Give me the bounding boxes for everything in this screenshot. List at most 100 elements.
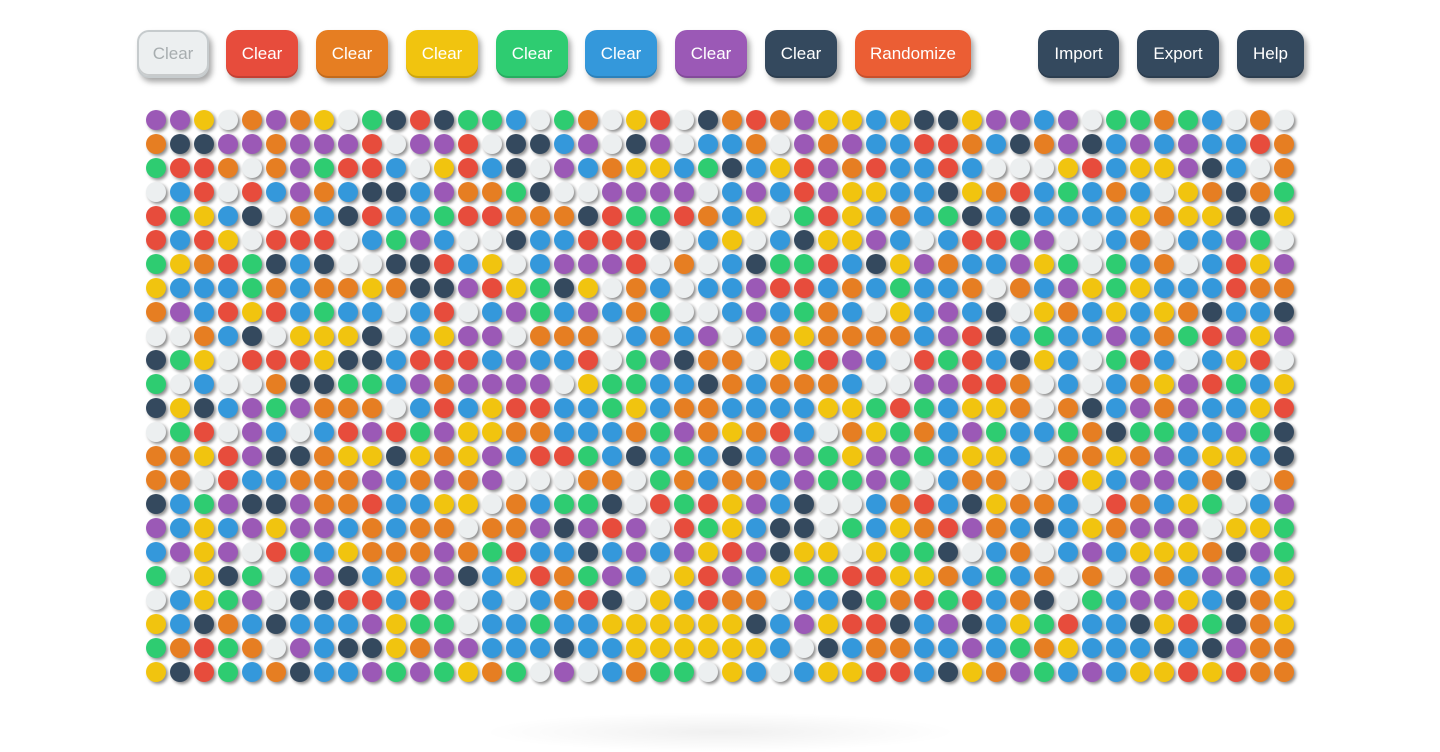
grid-dot[interactable]	[1058, 494, 1078, 514]
grid-dot[interactable]	[626, 158, 646, 178]
grid-dot[interactable]	[1058, 518, 1078, 538]
grid-dot[interactable]	[386, 374, 406, 394]
grid-dot[interactable]	[242, 350, 262, 370]
grid-dot[interactable]	[338, 422, 358, 442]
grid-dot[interactable]	[530, 494, 550, 514]
grid-dot[interactable]	[1082, 470, 1102, 490]
grid-dot[interactable]	[770, 662, 790, 682]
grid-dot[interactable]	[458, 518, 478, 538]
grid-dot[interactable]	[1154, 542, 1174, 562]
grid-dot[interactable]	[1250, 230, 1270, 250]
grid-dot[interactable]	[266, 254, 286, 274]
grid-dot[interactable]	[194, 446, 214, 466]
grid-dot[interactable]	[962, 278, 982, 298]
grid-dot[interactable]	[218, 110, 238, 130]
grid-dot[interactable]	[890, 662, 910, 682]
grid-dot[interactable]	[1154, 398, 1174, 418]
grid-dot[interactable]	[602, 566, 622, 586]
grid-dot[interactable]	[1226, 158, 1246, 178]
grid-dot[interactable]	[818, 182, 838, 202]
grid-dot[interactable]	[650, 542, 670, 562]
grid-dot[interactable]	[194, 110, 214, 130]
grid-dot[interactable]	[1058, 326, 1078, 346]
grid-dot[interactable]	[242, 182, 262, 202]
grid-dot[interactable]	[194, 470, 214, 490]
grid-dot[interactable]	[626, 590, 646, 610]
grid-dot[interactable]	[1058, 134, 1078, 154]
grid-dot[interactable]	[866, 518, 886, 538]
grid-dot[interactable]	[146, 278, 166, 298]
clear-purple-button[interactable]: Clear	[675, 30, 747, 78]
grid-dot[interactable]	[914, 158, 934, 178]
grid-dot[interactable]	[218, 374, 238, 394]
grid-dot[interactable]	[866, 254, 886, 274]
grid-dot[interactable]	[626, 206, 646, 226]
grid-dot[interactable]	[338, 542, 358, 562]
grid-dot[interactable]	[1202, 302, 1222, 322]
grid-dot[interactable]	[554, 350, 574, 370]
grid-dot[interactable]	[482, 302, 502, 322]
grid-dot[interactable]	[746, 350, 766, 370]
grid-dot[interactable]	[1010, 566, 1030, 586]
grid-dot[interactable]	[1034, 566, 1054, 586]
grid-dot[interactable]	[386, 110, 406, 130]
grid-dot[interactable]	[602, 590, 622, 610]
randomize-button[interactable]: Randomize	[855, 30, 971, 78]
grid-dot[interactable]	[890, 302, 910, 322]
grid-dot[interactable]	[722, 374, 742, 394]
grid-dot[interactable]	[1202, 518, 1222, 538]
grid-dot[interactable]	[674, 662, 694, 682]
grid-dot[interactable]	[362, 278, 382, 298]
grid-dot[interactable]	[506, 230, 526, 250]
grid-dot[interactable]	[218, 470, 238, 490]
grid-dot[interactable]	[1154, 638, 1174, 658]
grid-dot[interactable]	[410, 446, 430, 466]
grid-dot[interactable]	[698, 494, 718, 514]
grid-dot[interactable]	[578, 134, 598, 154]
grid-dot[interactable]	[626, 374, 646, 394]
grid-dot[interactable]	[170, 182, 190, 202]
grid-dot[interactable]	[794, 662, 814, 682]
grid-dot[interactable]	[242, 302, 262, 322]
grid-dot[interactable]	[458, 542, 478, 562]
grid-dot[interactable]	[746, 254, 766, 274]
grid-dot[interactable]	[866, 230, 886, 250]
grid-dot[interactable]	[290, 206, 310, 226]
grid-dot[interactable]	[746, 302, 766, 322]
grid-dot[interactable]	[914, 134, 934, 154]
grid-dot[interactable]	[170, 158, 190, 178]
grid-dot[interactable]	[1274, 158, 1294, 178]
grid-dot[interactable]	[698, 158, 718, 178]
grid-dot[interactable]	[242, 110, 262, 130]
grid-dot[interactable]	[410, 206, 430, 226]
grid-dot[interactable]	[1178, 422, 1198, 442]
grid-dot[interactable]	[938, 350, 958, 370]
grid-dot[interactable]	[1010, 614, 1030, 634]
grid-dot[interactable]	[602, 470, 622, 490]
grid-dot[interactable]	[1178, 182, 1198, 202]
grid-dot[interactable]	[578, 494, 598, 514]
grid-dot[interactable]	[290, 278, 310, 298]
grid-dot[interactable]	[722, 350, 742, 370]
grid-dot[interactable]	[410, 638, 430, 658]
grid-dot[interactable]	[938, 158, 958, 178]
grid-dot[interactable]	[842, 446, 862, 466]
grid-dot[interactable]	[194, 374, 214, 394]
grid-dot[interactable]	[194, 326, 214, 346]
grid-dot[interactable]	[338, 446, 358, 466]
grid-dot[interactable]	[362, 494, 382, 514]
grid-dot[interactable]	[698, 590, 718, 610]
grid-dot[interactable]	[626, 398, 646, 418]
grid-dot[interactable]	[554, 254, 574, 274]
grid-dot[interactable]	[602, 350, 622, 370]
grid-dot[interactable]	[722, 398, 742, 418]
grid-dot[interactable]	[602, 542, 622, 562]
grid-dot[interactable]	[698, 566, 718, 586]
grid-dot[interactable]	[410, 158, 430, 178]
grid-dot[interactable]	[530, 326, 550, 346]
grid-dot[interactable]	[818, 638, 838, 658]
grid-dot[interactable]	[482, 638, 502, 658]
grid-dot[interactable]	[386, 422, 406, 442]
grid-dot[interactable]	[1034, 542, 1054, 562]
grid-dot[interactable]	[818, 230, 838, 250]
